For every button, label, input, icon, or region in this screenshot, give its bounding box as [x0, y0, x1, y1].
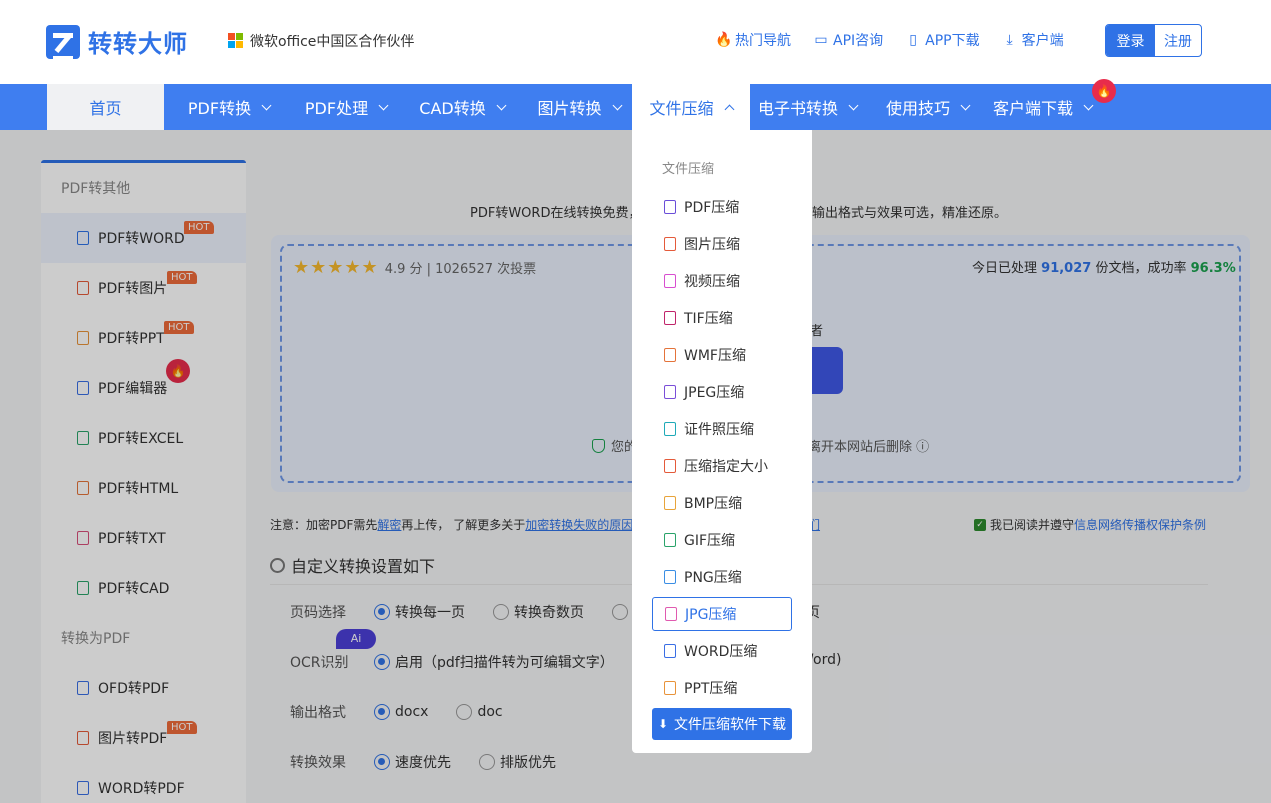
site-logo[interactable]: 转转大师 [46, 24, 188, 61]
microsoft-icon [228, 33, 244, 49]
flame-icon: 🔥 [715, 32, 733, 48]
phone-icon: ▯ [909, 32, 918, 48]
register-button[interactable]: 注册 [1155, 25, 1201, 56]
chevron-down-icon [1083, 100, 1094, 110]
dropdown-item[interactable]: PNG压缩 [652, 560, 792, 594]
file-type-icon [664, 385, 676, 399]
chevron-down-icon [612, 100, 622, 110]
dropdown-item[interactable]: 图片压缩 [652, 227, 792, 261]
login-button[interactable]: 登录 [1106, 25, 1155, 56]
auth-buttons: 登录 注册 [1105, 24, 1202, 57]
logo-icon [46, 24, 80, 61]
compress-software-download-button[interactable]: ⬇ 文件压缩软件下载 [652, 708, 792, 740]
file-type-icon [664, 311, 676, 325]
dropdown-item[interactable]: GIF压缩 [652, 523, 792, 557]
file-type-icon [664, 274, 676, 288]
nav-cad-convert[interactable]: CAD转换 [406, 84, 518, 130]
dropdown-item[interactable]: TIF压缩 [652, 301, 792, 335]
file-type-icon [664, 570, 676, 584]
file-type-icon [664, 237, 676, 251]
file-type-icon [664, 200, 676, 214]
dropdown-item[interactable]: PPT压缩 [652, 671, 792, 705]
file-type-icon [664, 496, 676, 510]
dropdown-item[interactable]: PDF压缩 [652, 190, 792, 224]
dropdown-item[interactable]: BMP压缩 [652, 486, 792, 520]
partner-badge: 微软office中国区合作伙伴 [228, 31, 414, 51]
file-type-icon [664, 422, 676, 436]
hot-nav-link[interactable]: 🔥 热门导航 [715, 30, 791, 50]
app-download-link[interactable]: ▯ APP下载 [905, 30, 979, 50]
fire-icon: 🔥 [1092, 79, 1116, 103]
dropdown-title: 文件压缩 [662, 162, 715, 177]
file-compress-dropdown: 文件压缩 PDF压缩 图片压缩 视频压缩 TIF压缩 WMF压缩 JPEG压缩 证件照压缩压… [632, 130, 812, 753]
nav-tips[interactable]: 使用技巧 [875, 84, 980, 130]
nav-image-convert[interactable]: 图片转换 [523, 84, 635, 130]
nav-ebook-convert[interactable]: 电子书转换 [750, 84, 865, 130]
main-nav: 首页 PDF转换 PDF处理 CAD转换 图片转换 文件压缩 电子书转换 使用技… [0, 84, 1271, 130]
file-type-icon [664, 644, 676, 658]
dropdown-item[interactable]: 证件照压缩 [652, 412, 792, 446]
download-icon: ⤓ [1006, 32, 1013, 48]
dropdown-item[interactable]: JPG压缩 [652, 597, 792, 631]
nav-file-compress[interactable]: 文件压缩 [632, 84, 750, 130]
site-header: 转转大师 微软office中国区合作伙伴 🔥 热门导航 ▭ API咨询 ▯ APP下载… [0, 0, 1271, 84]
chat-icon: ▭ [814, 32, 828, 48]
dropdown-item[interactable]: 视频压缩 [652, 264, 792, 298]
download-icon: ⬇ [657, 717, 669, 731]
chevron-down-icon [261, 100, 272, 110]
file-type-icon [664, 459, 676, 473]
dropdown-item[interactable]: WORD压缩 [652, 634, 792, 668]
dropdown-item[interactable]: JPEG压缩 [652, 375, 792, 409]
api-link[interactable]: ▭ API咨询 [813, 30, 883, 50]
partner-text: 微软office中国区合作伙伴 [250, 34, 415, 50]
nav-pdf-process[interactable]: PDF处理 [290, 84, 402, 130]
nav-home[interactable]: 首页 [47, 84, 164, 130]
client-link[interactable]: ⤓ 客户端 [1002, 30, 1064, 50]
logo-text: 转转大师 [88, 30, 188, 58]
file-type-icon [665, 607, 677, 621]
dropdown-item[interactable]: 压缩指定大小 [652, 449, 792, 483]
chevron-down-icon [848, 100, 859, 110]
chevron-down-icon [496, 100, 507, 110]
chevron-down-icon [378, 100, 389, 110]
top-links: 🔥 热门导航 ▭ API咨询 ▯ APP下载 ⤓ 客户端 [715, 30, 1086, 50]
file-type-icon [664, 348, 676, 362]
nav-pdf-convert[interactable]: PDF转换 [173, 84, 285, 130]
nav-client-download[interactable]: 客户端下载 [985, 84, 1100, 130]
file-type-icon [664, 681, 676, 695]
file-type-icon [664, 533, 676, 547]
chevron-up-icon [724, 104, 734, 114]
chevron-down-icon [960, 100, 971, 110]
dropdown-item[interactable]: WMF压缩 [652, 338, 792, 372]
